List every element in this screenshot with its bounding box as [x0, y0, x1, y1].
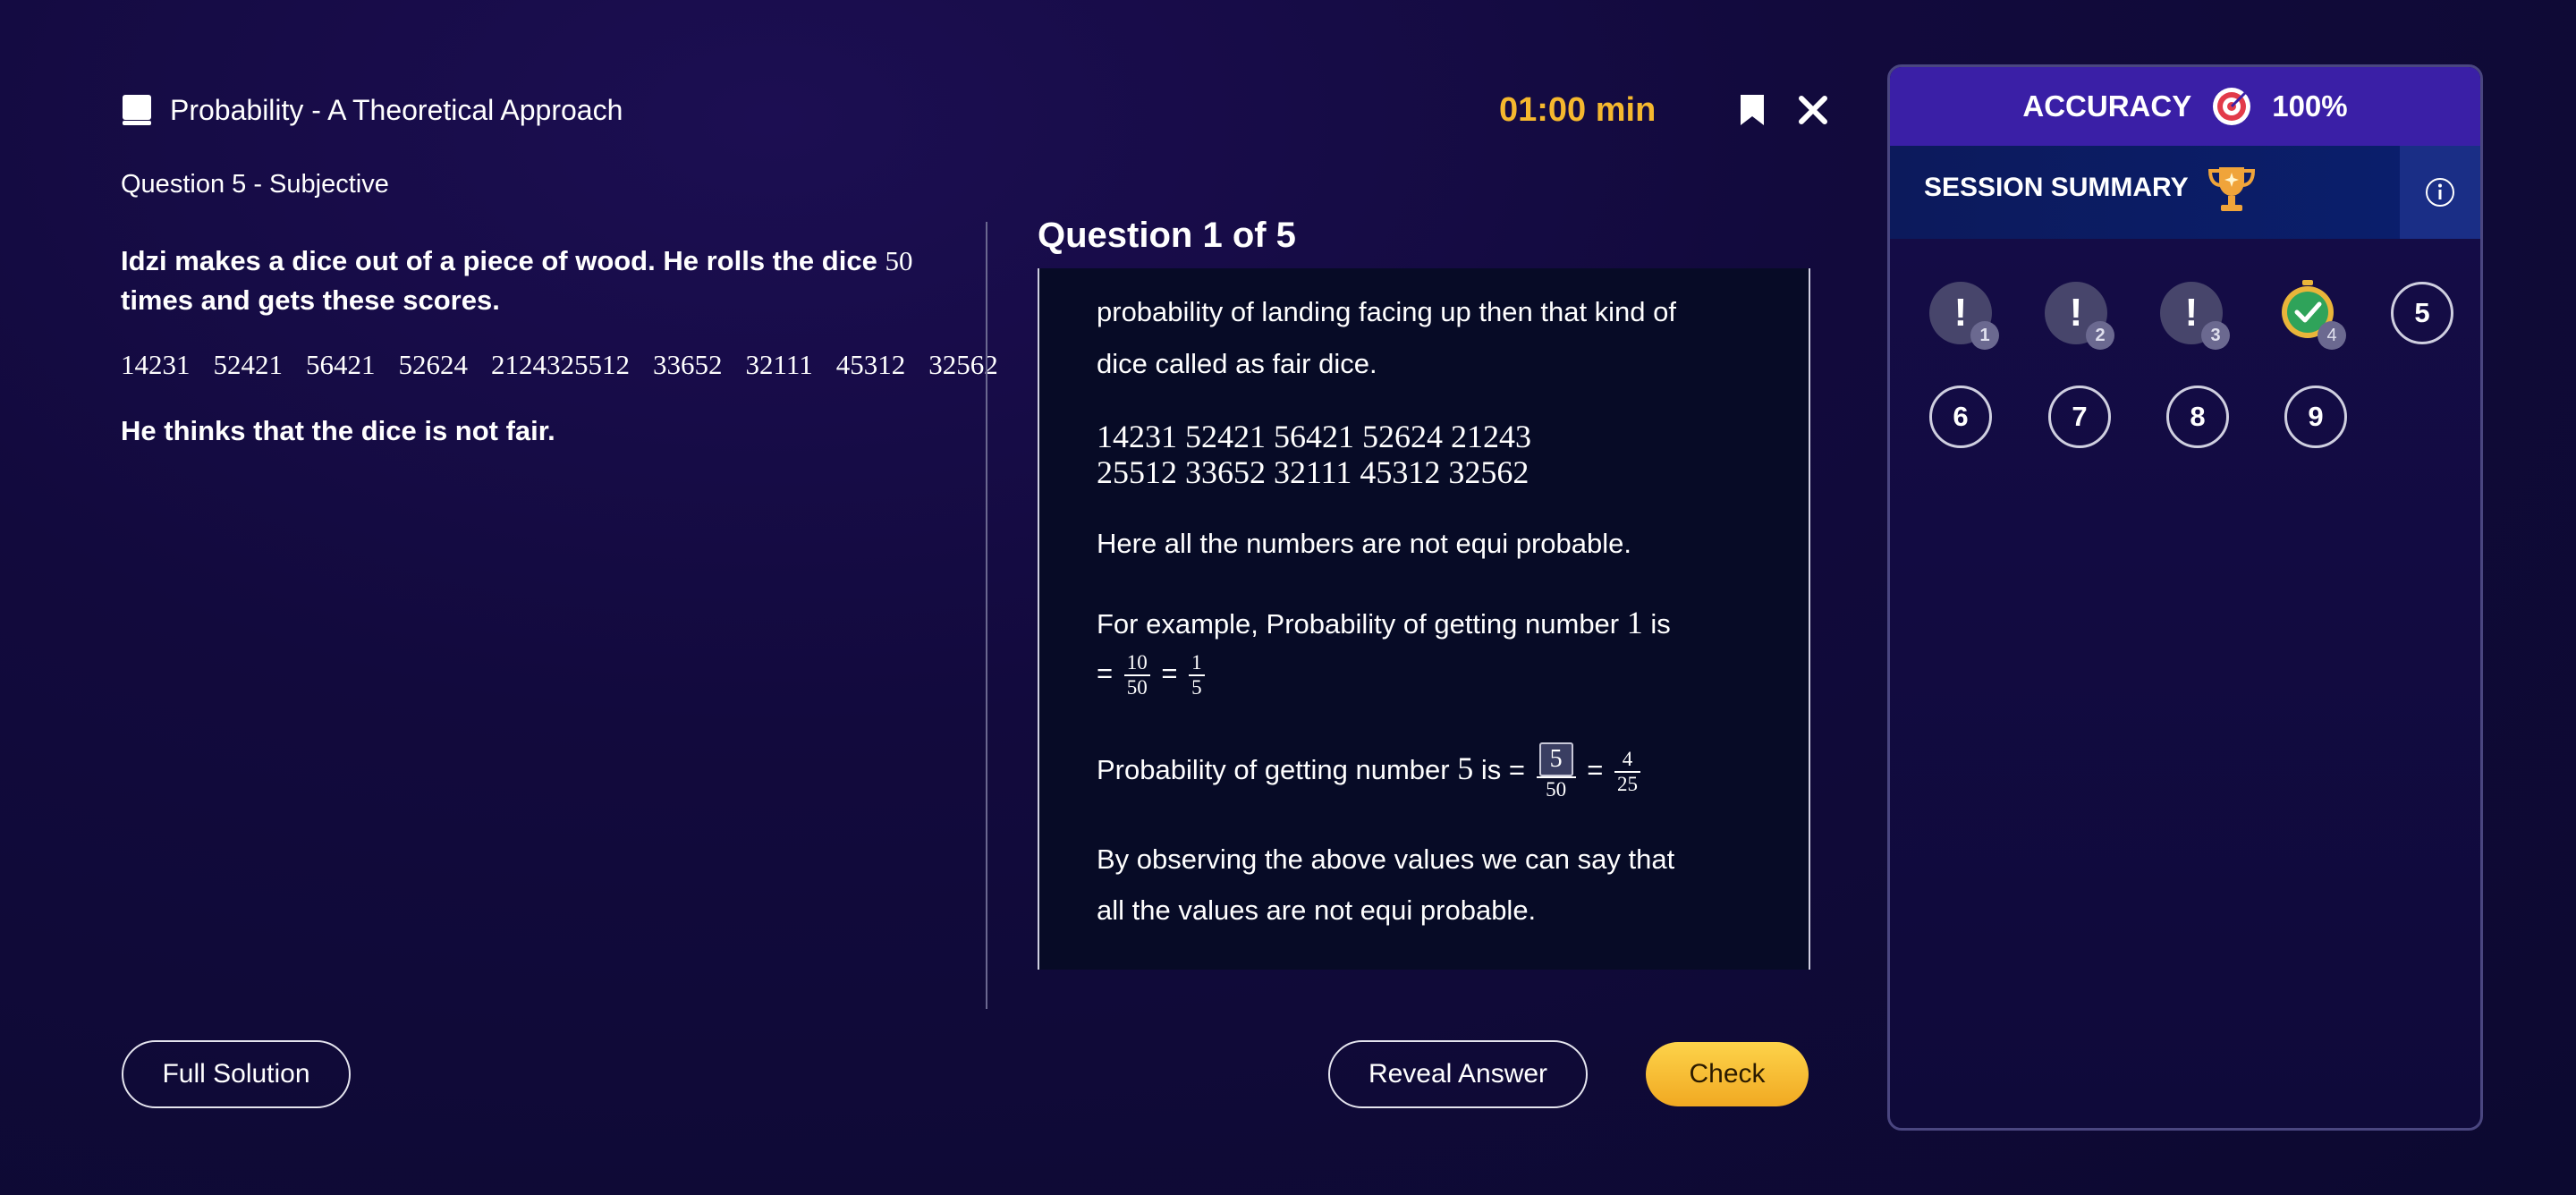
close-icon[interactable] [1796, 93, 1830, 127]
session-summary-title: SESSION SUMMARY [1924, 173, 2189, 202]
solution-panel[interactable]: probability of landing facing up then th… [1038, 268, 1810, 970]
score-item: 14231 [121, 349, 191, 380]
session-summary-bar: SESSION SUMMARY [1890, 146, 2480, 239]
question-line2: times and gets these scores. [121, 284, 500, 316]
roll-count: 50 [885, 245, 913, 276]
solution-example-1: For example, Probability of getting numb… [1097, 602, 1758, 645]
score-item: 45312 [835, 349, 906, 380]
exclamation-icon: ! [1953, 291, 1968, 335]
score-item: 32111 [745, 349, 813, 380]
fraction: 5 50 [1536, 742, 1576, 801]
solution-conclusion: By observing the above values we can say… [1097, 834, 1758, 936]
target-icon [2211, 86, 2252, 127]
trophy-icon [2205, 162, 2258, 216]
book-icon [121, 93, 155, 127]
scores-list: 14231 52421 56421 52624 2124325512 33652 32111… [121, 346, 998, 384]
accuracy-value: 100% [2272, 89, 2348, 123]
solution-line: all the values are not equi probable. [1097, 894, 1537, 926]
score-item: 32562 [928, 349, 998, 380]
numerator: 1 [1189, 651, 1205, 676]
solution-line: dice called as fair dice. [1097, 348, 1377, 379]
question-counter: Question 1 of 5 [1038, 216, 1296, 255]
score-item: 2124325512 [491, 349, 630, 380]
denominator: 50 [1126, 676, 1148, 699]
solution-scores: 14231 52421 56421 52624 21243 25512 3365… [1097, 419, 1758, 490]
score-item: 33652 [653, 349, 723, 380]
solution-number: 5 [1457, 750, 1474, 787]
check-button[interactable]: Check [1646, 1042, 1809, 1106]
question-number-badge: 1 [1970, 321, 1999, 350]
solution-line: probability of landing facing up then th… [1097, 296, 1677, 327]
question-nav-2[interactable]: ! 2 [2045, 282, 2114, 350]
numerator: 10 [1123, 651, 1150, 676]
denominator: 25 [1616, 773, 1638, 795]
question-nav-1[interactable]: ! 1 [1929, 282, 1999, 350]
solution-equation-1: = 10 50 = 15 [1097, 651, 1758, 699]
score-item: 56421 [306, 349, 376, 380]
solution-paragraph-3: Here all the numbers are not equi probab… [1097, 528, 1631, 559]
score-item: 52421 [213, 349, 284, 380]
solution-text: is = [1480, 754, 1525, 786]
solution-scores-row: 14231 52421 56421 52624 21243 [1097, 419, 1531, 454]
question-type-label: Question 5 - Subjective [121, 170, 389, 199]
question-nav-3[interactable]: ! 3 [2160, 282, 2230, 350]
solution-example-2: Probability of getting number 5 is = 5 50… [1097, 742, 1758, 801]
exclamation-icon: ! [2184, 291, 2199, 335]
question-nav-6[interactable]: 6 [1929, 386, 1992, 448]
question-statement: He thinks that the dice is not fair. [121, 415, 555, 446]
solution-text: Probability of getting number [1097, 754, 1450, 786]
question-nav-9[interactable]: 9 [2284, 386, 2347, 448]
bookmark-icon[interactable] [1739, 93, 1766, 127]
question-nav-5[interactable]: 5 [2391, 282, 2453, 344]
column-divider [986, 222, 987, 1009]
equals-sign: = [1097, 657, 1114, 690]
info-button[interactable] [2400, 146, 2480, 239]
accuracy-bar: ACCURACY 100% [1890, 67, 2480, 146]
solution-line: By observing the above values we can say… [1097, 843, 1675, 875]
timer: 01:00 min [1499, 91, 1657, 129]
score-item: 52624 [398, 349, 469, 380]
exclamation-icon: ! [2069, 291, 2083, 335]
solution-text: is [1650, 608, 1671, 640]
question-nav-8[interactable]: 8 [2166, 386, 2229, 448]
question-text: Idzi makes a dice out of a piece of wood… [121, 242, 926, 320]
solution-number: 1 [1626, 605, 1643, 640]
question-line1: Idzi makes a dice out of a piece of wood… [121, 245, 877, 276]
denominator: 50 [1546, 778, 1567, 801]
chapter-title: Probability - A Theoretical Approach [170, 94, 623, 126]
accuracy-label: ACCURACY [2022, 89, 2192, 123]
question-number-badge: 2 [2086, 321, 2114, 350]
reveal-answer-button[interactable]: Reveal Answer [1328, 1040, 1588, 1108]
equals-sign: = [1161, 657, 1178, 690]
fraction: 15 [1189, 651, 1205, 699]
solution-text: For example, Probability of getting numb… [1097, 608, 1620, 640]
numerator: 4 [1614, 748, 1640, 773]
solution-paragraph-1: probability of landing facing up then th… [1097, 286, 1758, 390]
question-number-badge: 3 [2201, 321, 2230, 350]
question-nav-4[interactable]: 4 [2276, 280, 2346, 350]
question-number-badge: 4 [2318, 321, 2346, 350]
denominator: 5 [1191, 676, 1202, 699]
info-icon [2426, 178, 2454, 207]
session-panel: ACCURACY 100% SESSION SUMMARY ! 1 ! 2 ! … [1887, 64, 2483, 1131]
solution-scores-row: 25512 33652 32111 45312 32562 [1097, 454, 1530, 490]
fraction: 4 25 [1614, 748, 1640, 796]
question-nav-7[interactable]: 7 [2048, 386, 2111, 448]
full-solution-button[interactable]: Full Solution [122, 1040, 351, 1108]
numerator-input-box[interactable]: 5 [1538, 742, 1573, 776]
fraction: 10 50 [1123, 651, 1150, 699]
equals-sign: = [1587, 754, 1604, 786]
